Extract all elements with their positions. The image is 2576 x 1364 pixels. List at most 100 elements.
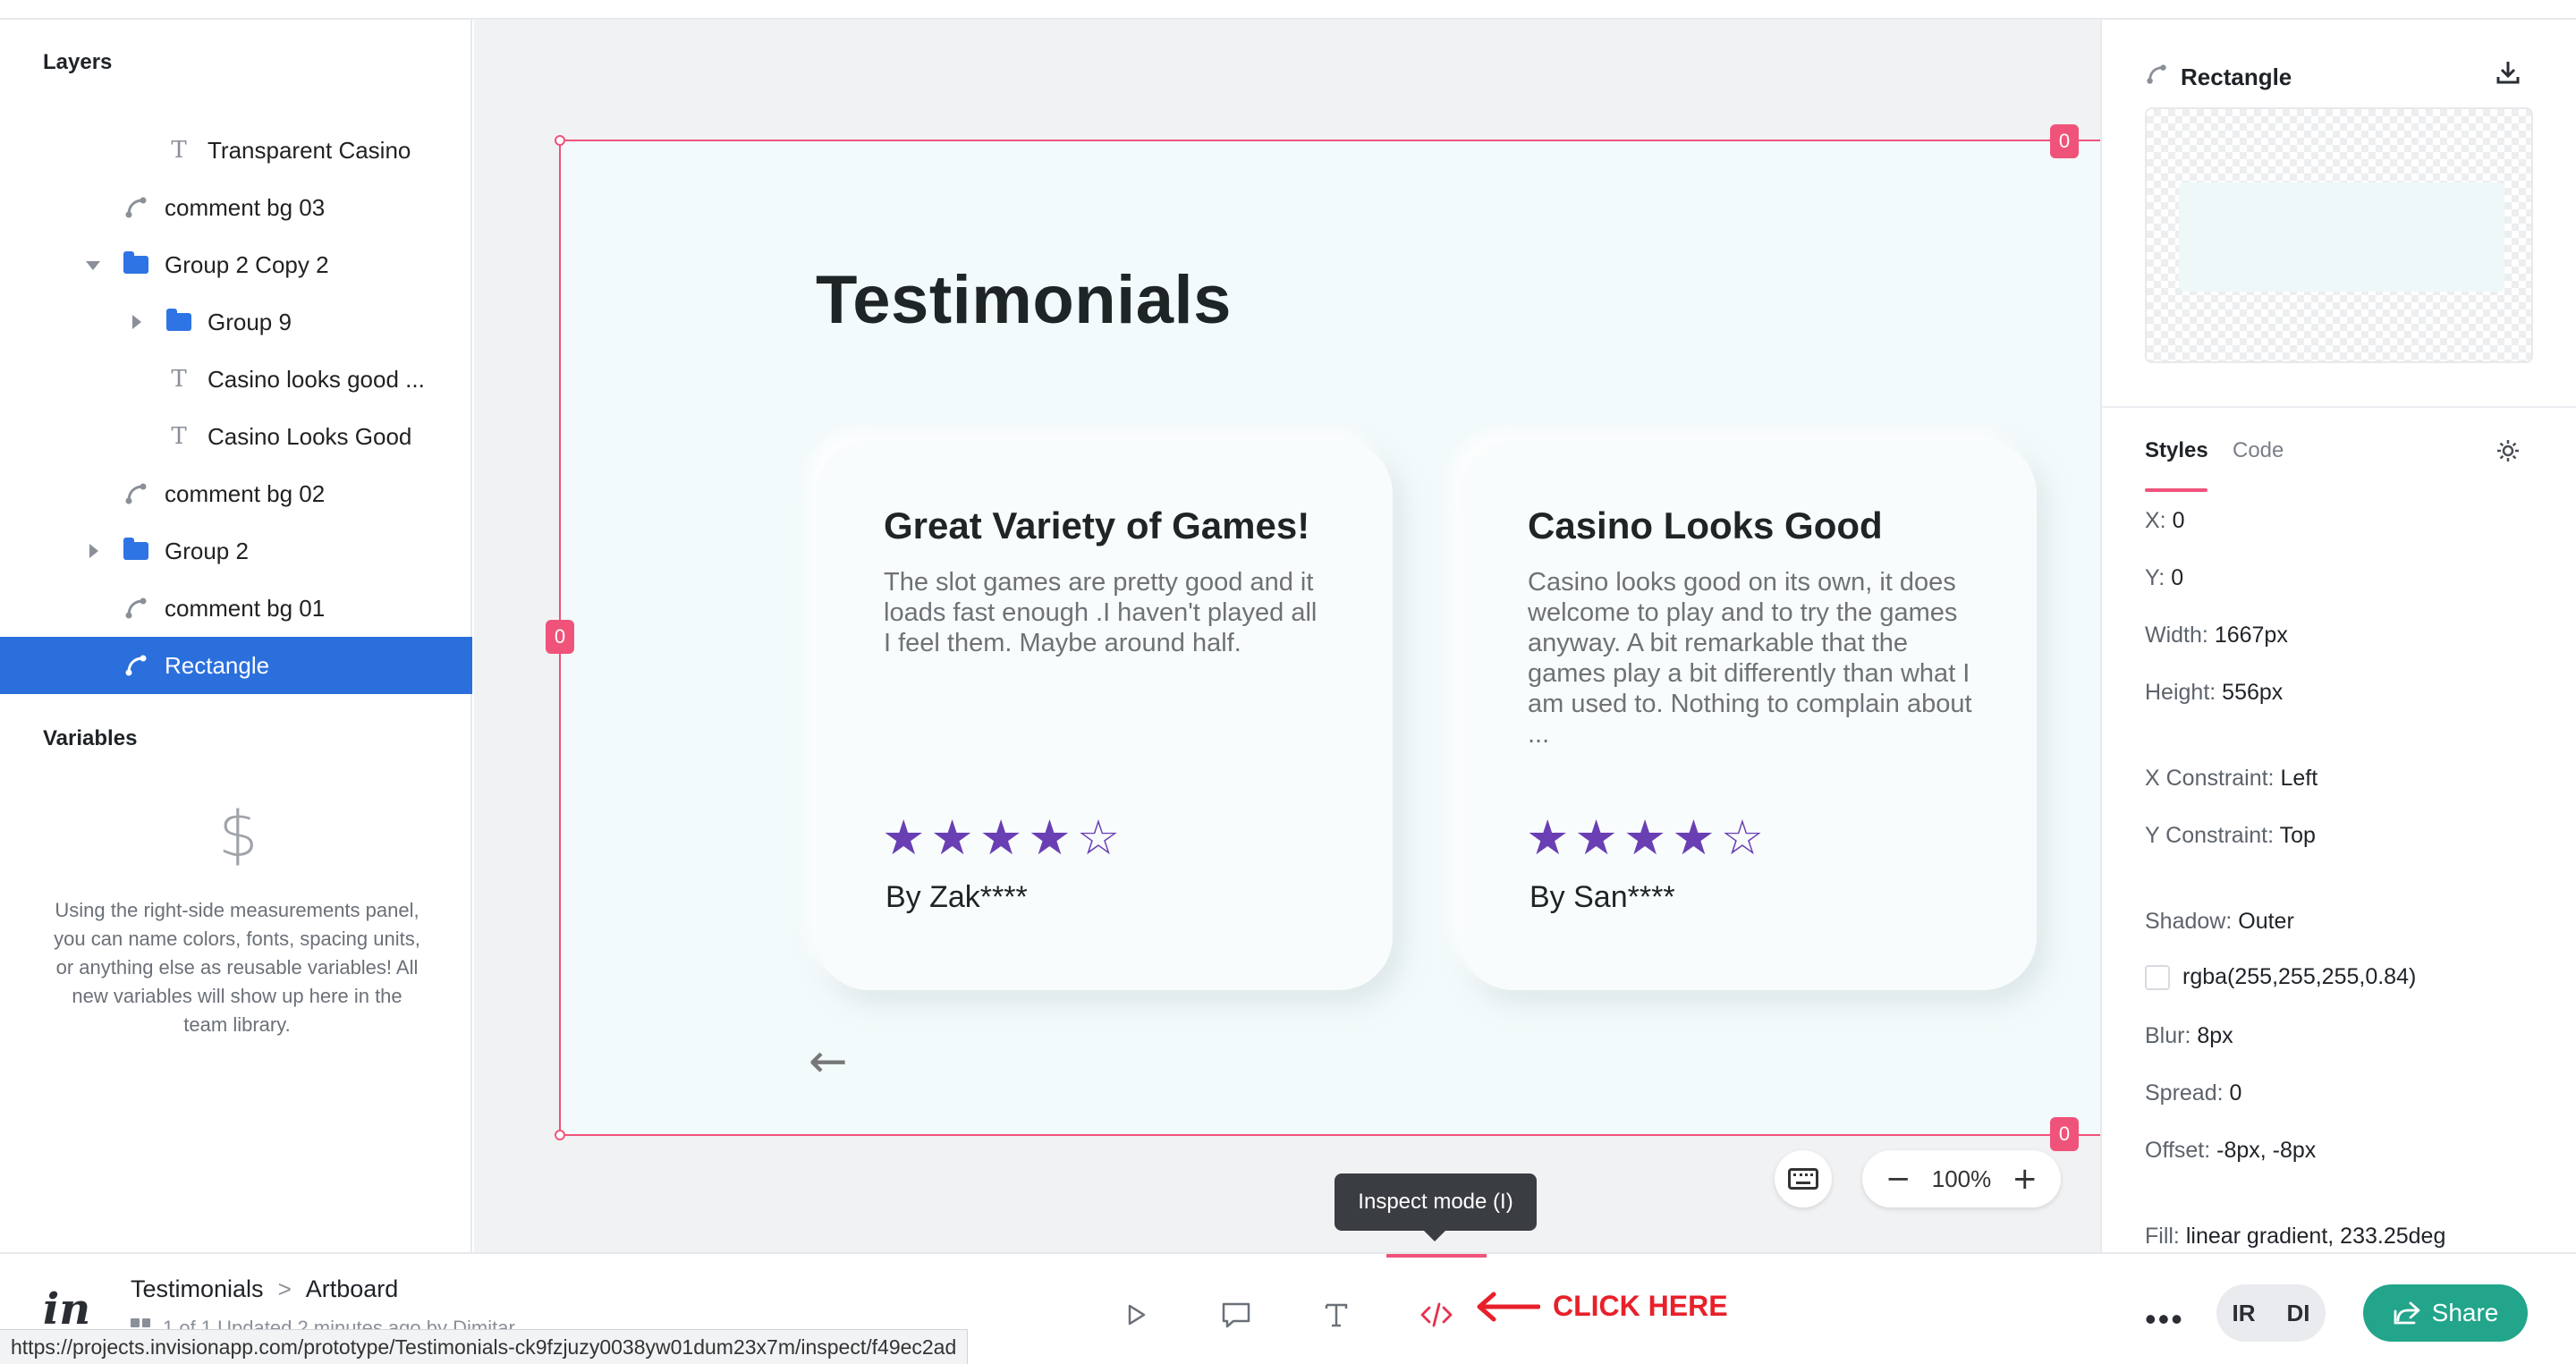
inspect-mode-tooltip: Inspect mode (I) [1335, 1173, 1537, 1241]
prop-fill: Fill: linear gradient, 233.25deg [2145, 1224, 2446, 1249]
folder-open-icon [123, 251, 148, 277]
tab-code[interactable]: Code [2233, 438, 2284, 463]
star-filled-icon: ★ [1672, 809, 1716, 866]
invision-logo[interactable]: in [43, 1284, 90, 1334]
artboard[interactable]: Testimonials Great Variety of Games! The… [560, 140, 2100, 1135]
selection-outline-top [560, 140, 2100, 141]
expand-caret-icon[interactable] [132, 315, 141, 329]
avatar[interactable]: DI [2287, 1300, 2310, 1327]
prop-shadow-value[interactable]: Outer [2238, 909, 2294, 934]
layer-label: comment bg 02 [165, 479, 326, 507]
comment-icon [1222, 1302, 1250, 1328]
star-filled-icon: ★ [1028, 809, 1072, 866]
layer-item[interactable]: Group 9 [0, 293, 472, 351]
avatar[interactable]: IR [2233, 1300, 2256, 1327]
share-label: Share [2431, 1299, 2499, 1326]
preview-mode-button[interactable] [1118, 1297, 1154, 1333]
layer-label: Group 2 Copy 2 [165, 250, 329, 278]
prop-blur-value[interactable]: 8px [2197, 1023, 2233, 1048]
layer-item-selected[interactable]: Rectangle [0, 637, 472, 694]
layer-item[interactable]: T Casino looks good ... [0, 351, 472, 408]
prop-shadow-color-value[interactable]: rgba(255,255,255,0.84) [2182, 964, 2416, 989]
layer-item[interactable]: T Casino Looks Good [0, 408, 472, 465]
annotation-text: CLICK HERE [1553, 1290, 1728, 1322]
prop-shadow-color: rgba(255,255,255,0.84) [2145, 964, 2416, 991]
share-button[interactable]: Share [2363, 1284, 2528, 1342]
layer-item[interactable]: comment bg 01 [0, 580, 472, 637]
path-layer-icon [2145, 63, 2168, 92]
collaborator-avatars[interactable]: IR DI [2216, 1284, 2326, 1342]
prop-y-value[interactable]: 0 [2171, 565, 2183, 590]
prop-offset-value[interactable]: -8px, -8px [2216, 1138, 2316, 1163]
tab-styles[interactable]: Styles [2145, 438, 2208, 463]
text-layer-icon: T [171, 423, 187, 450]
layer-label: comment bg 01 [165, 594, 326, 622]
card-author: By Zak**** [886, 880, 1028, 914]
path-layer-icon [123, 653, 148, 678]
prop-width-value[interactable]: 1667px [2215, 623, 2288, 648]
spacing-pin: 0 [546, 620, 574, 654]
layer-preview [2145, 107, 2533, 363]
selection-handle[interactable] [555, 135, 565, 146]
spacing-pin: 0 [2050, 124, 2079, 158]
star-filled-icon: ★ [979, 809, 1023, 866]
layer-label: Group 2 [165, 537, 249, 564]
design-canvas[interactable]: Testimonials Great Variety of Games! The… [474, 20, 2100, 1252]
back-arrow-icon[interactable]: ← [809, 1035, 848, 1089]
download-icon[interactable] [2496, 59, 2521, 86]
rating-stars: ★ ★ ★ ★ ☆ [1526, 814, 1764, 862]
path-layer-icon [123, 596, 148, 621]
spacing-pin: 0 [2050, 1117, 2079, 1151]
layer-item[interactable]: T Transparent Casino [0, 122, 472, 179]
variables-heading: Variables [43, 726, 138, 750]
folder-icon [123, 538, 148, 563]
layer-label: Transparent Casino [208, 136, 411, 164]
star-filled-icon: ★ [1574, 809, 1618, 866]
inspect-mode-button[interactable] [1419, 1297, 1454, 1333]
prop-spread-value[interactable]: 0 [2230, 1080, 2242, 1106]
variables-help-text: Using the right-side measurements panel,… [54, 899, 420, 1036]
comment-mode-button[interactable] [1218, 1297, 1254, 1333]
layer-item[interactable]: Group 2 [0, 522, 472, 580]
keyboard-shortcuts-button[interactable] [1775, 1150, 1832, 1207]
prop-y-constraint-value[interactable]: Top [2280, 823, 2316, 848]
selection-outline-bottom [560, 1134, 2100, 1136]
card-title: Great Variety of Games! [884, 504, 1310, 546]
prop-fill-value[interactable]: linear gradient, 233.25deg [2186, 1224, 2446, 1249]
testimonial-card[interactable]: Casino Looks Good Casino looks good on i… [1460, 440, 2037, 990]
breadcrumb-screen[interactable]: Artboard [306, 1275, 399, 1303]
red-arrow-icon [1477, 1292, 1540, 1321]
card-body: Casino looks good on its own, it does we… [1528, 568, 1972, 749]
star-filled-icon: ★ [882, 809, 926, 866]
layer-item[interactable]: Group 2 Copy 2 [0, 236, 472, 293]
layer-item[interactable]: comment bg 03 [0, 179, 472, 236]
prop-x-constraint-value[interactable]: Left [2280, 766, 2318, 791]
more-options-button[interactable]: ••• [2145, 1300, 2184, 1338]
layer-item[interactable]: comment bg 02 [0, 465, 472, 522]
keyboard-icon [1788, 1168, 1818, 1190]
selection-handle[interactable] [555, 1130, 565, 1140]
zoom-level[interactable]: 100% [1932, 1165, 1992, 1193]
breadcrumb: Testimonials > Artboard [131, 1275, 398, 1303]
star-empty-icon: ☆ [1720, 809, 1765, 866]
divider [2102, 406, 2576, 408]
prop-x-constraint: X Constraint: Left [2145, 766, 2318, 791]
zoom-out-button[interactable]: − [1885, 1161, 1911, 1197]
color-swatch[interactable] [2145, 965, 2170, 991]
rating-stars: ★ ★ ★ ★ ☆ [882, 814, 1120, 862]
active-mode-indicator [1386, 1254, 1487, 1258]
breadcrumb-project[interactable]: Testimonials [131, 1275, 264, 1303]
gear-icon[interactable] [2496, 438, 2521, 463]
prop-x-value[interactable]: 0 [2173, 508, 2185, 533]
zoom-in-button[interactable]: + [2012, 1161, 2038, 1197]
collapse-caret-icon[interactable] [86, 261, 100, 270]
play-icon [1128, 1304, 1146, 1326]
prop-height-value[interactable]: 556px [2222, 680, 2283, 705]
testimonial-card[interactable]: Great Variety of Games! The slot games a… [816, 440, 1393, 990]
prop-shadow: Shadow: Outer [2145, 909, 2294, 934]
expand-caret-icon[interactable] [89, 544, 98, 558]
text-layer-icon: T [171, 137, 187, 164]
zoom-control: − 100% + [1862, 1150, 2061, 1207]
preview-shape [2179, 182, 2504, 292]
text-mode-button[interactable] [1318, 1297, 1354, 1333]
